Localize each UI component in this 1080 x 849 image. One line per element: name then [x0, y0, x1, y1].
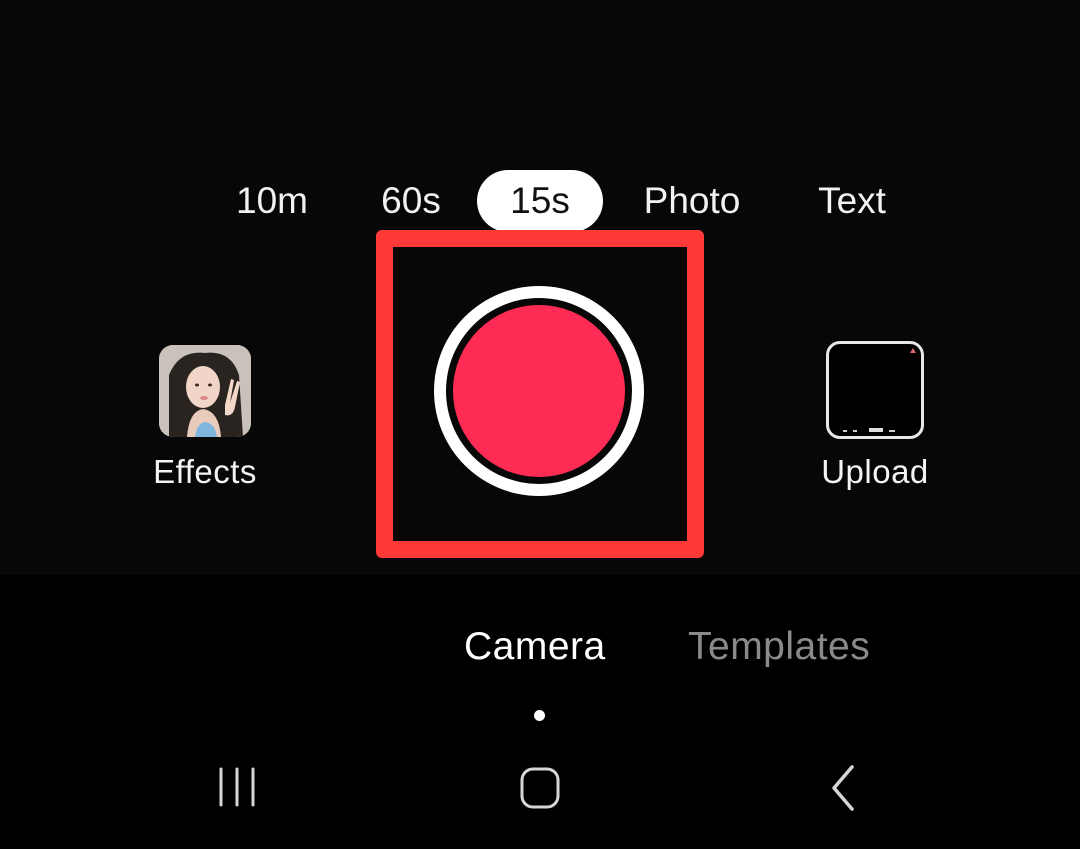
mode-photo[interactable]: Photo [628, 170, 756, 232]
record-icon [453, 305, 625, 477]
capture-mode-selector: 10m 60s 15s Photo Text [0, 170, 1080, 236]
effects-button[interactable]: Effects [140, 345, 270, 491]
camera-controls-area: 10m 60s 15s Photo Text Effects Upload [0, 0, 1080, 575]
tab-camera[interactable]: Camera [464, 625, 606, 669]
upload-button[interactable]: Upload [800, 341, 950, 491]
active-tab-indicator [534, 710, 545, 721]
record-button[interactable] [434, 286, 644, 496]
back-icon[interactable] [820, 763, 870, 813]
mode-15s[interactable]: 15s [477, 170, 603, 232]
mode-text[interactable]: Text [800, 170, 904, 232]
home-icon[interactable] [515, 763, 565, 813]
gallery-thumbnail-icon[interactable] [826, 341, 924, 439]
effects-label: Effects [153, 453, 257, 490]
system-navigation-bar [0, 755, 1080, 825]
upload-label: Upload [821, 453, 929, 490]
mode-60s[interactable]: 60s [362, 170, 460, 232]
effects-thumbnail-icon[interactable] [159, 345, 251, 437]
mode-10m[interactable]: 10m [222, 170, 322, 232]
bottom-tabs: Camera Templates [0, 625, 1080, 685]
tab-templates[interactable]: Templates [688, 625, 870, 669]
recent-apps-icon[interactable] [212, 763, 262, 813]
